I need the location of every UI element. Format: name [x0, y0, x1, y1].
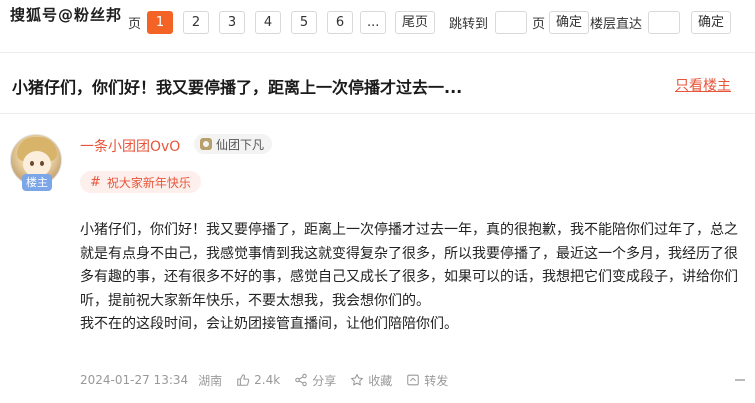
share-label: 分享 — [312, 373, 337, 388]
jump-label: 跳转到 — [449, 17, 489, 32]
like-button[interactable]: 2.4k — [236, 373, 280, 387]
topic-tag[interactable]: # 祝大家新年快乐 — [80, 171, 201, 193]
post-page: 页 1 2 3 4 5 6 ... 尾页 跳转到 页 确定 楼层直达 确定 搜狐… — [0, 0, 755, 403]
share-button[interactable]: 分享 — [294, 372, 336, 389]
collect-button[interactable]: 收藏 — [350, 372, 392, 389]
thread-title: 小猪仔们，你们好！我又要停播了，距离上一次停播才过去一... — [12, 78, 463, 97]
post-location: 湖南 — [198, 373, 223, 388]
post-body: 小猪仔们，你们好！我又要停播了，距离上一次停播才过去一年，真的很抱歉，我不能陪你… — [80, 219, 740, 337]
repost-button[interactable]: 转发 — [406, 372, 448, 389]
page-3-button[interactable]: 3 — [219, 11, 245, 34]
host-badge: 楼主 — [22, 174, 52, 191]
avatar-eye — [30, 161, 34, 166]
jump-page-input[interactable] — [495, 11, 527, 34]
like-count: 2.4k — [254, 373, 281, 387]
page-label: 页 — [128, 17, 142, 32]
topic-tag-label: 祝大家新年快乐 — [106, 175, 191, 190]
level-icon — [200, 138, 212, 150]
post-date: 2024-01-27 13:34 — [80, 373, 189, 387]
avatar-eye — [40, 161, 44, 166]
jump-confirm-button[interactable]: 确定 — [549, 11, 590, 34]
divider — [0, 52, 755, 53]
hash-icon: # — [90, 174, 101, 190]
floor-input[interactable] — [648, 11, 680, 34]
last-page-button[interactable]: 尾页 — [395, 11, 436, 34]
level-badge: 仙团下凡 — [194, 134, 273, 154]
author-name[interactable]: 一条小团团OvO — [80, 136, 180, 156]
thumbs-up-icon — [237, 374, 250, 386]
repost-label: 转发 — [424, 373, 449, 388]
page-5-button[interactable]: 5 — [291, 11, 317, 34]
page-2-button[interactable]: 2 — [183, 11, 209, 34]
floor-jump-label: 楼层直达 — [590, 17, 643, 32]
star-icon — [351, 374, 364, 386]
post-paragraph: 小猪仔们，你们好！我又要停播了，距离上一次停播才过去一年，真的很抱歉，我不能陪你… — [80, 222, 738, 309]
only-host-link[interactable]: 只看楼主 — [675, 75, 731, 95]
post-meta: 2024-01-27 13:34 湖南 2.4k 分享 收藏 转发 — [80, 370, 448, 390]
more-options-icon[interactable] — [735, 379, 745, 381]
divider — [0, 113, 755, 114]
page-1-button[interactable]: 1 — [147, 11, 173, 34]
post-paragraph: 我不在的这段时间，会让奶团接管直播间，让他们陪陪你们。 — [80, 316, 458, 332]
collect-label: 收藏 — [368, 373, 393, 388]
watermark: 搜狐号@粉丝邦 — [10, 6, 123, 24]
page-unit-label: 页 — [532, 17, 546, 32]
repost-icon — [407, 374, 420, 386]
share-icon — [295, 373, 307, 387]
ellipsis-button[interactable]: ... — [360, 11, 387, 34]
page-4-button[interactable]: 4 — [255, 11, 281, 34]
level-label: 仙团下凡 — [216, 137, 265, 152]
page-6-button[interactable]: 6 — [327, 11, 353, 34]
floor-confirm-button[interactable]: 确定 — [691, 11, 732, 34]
